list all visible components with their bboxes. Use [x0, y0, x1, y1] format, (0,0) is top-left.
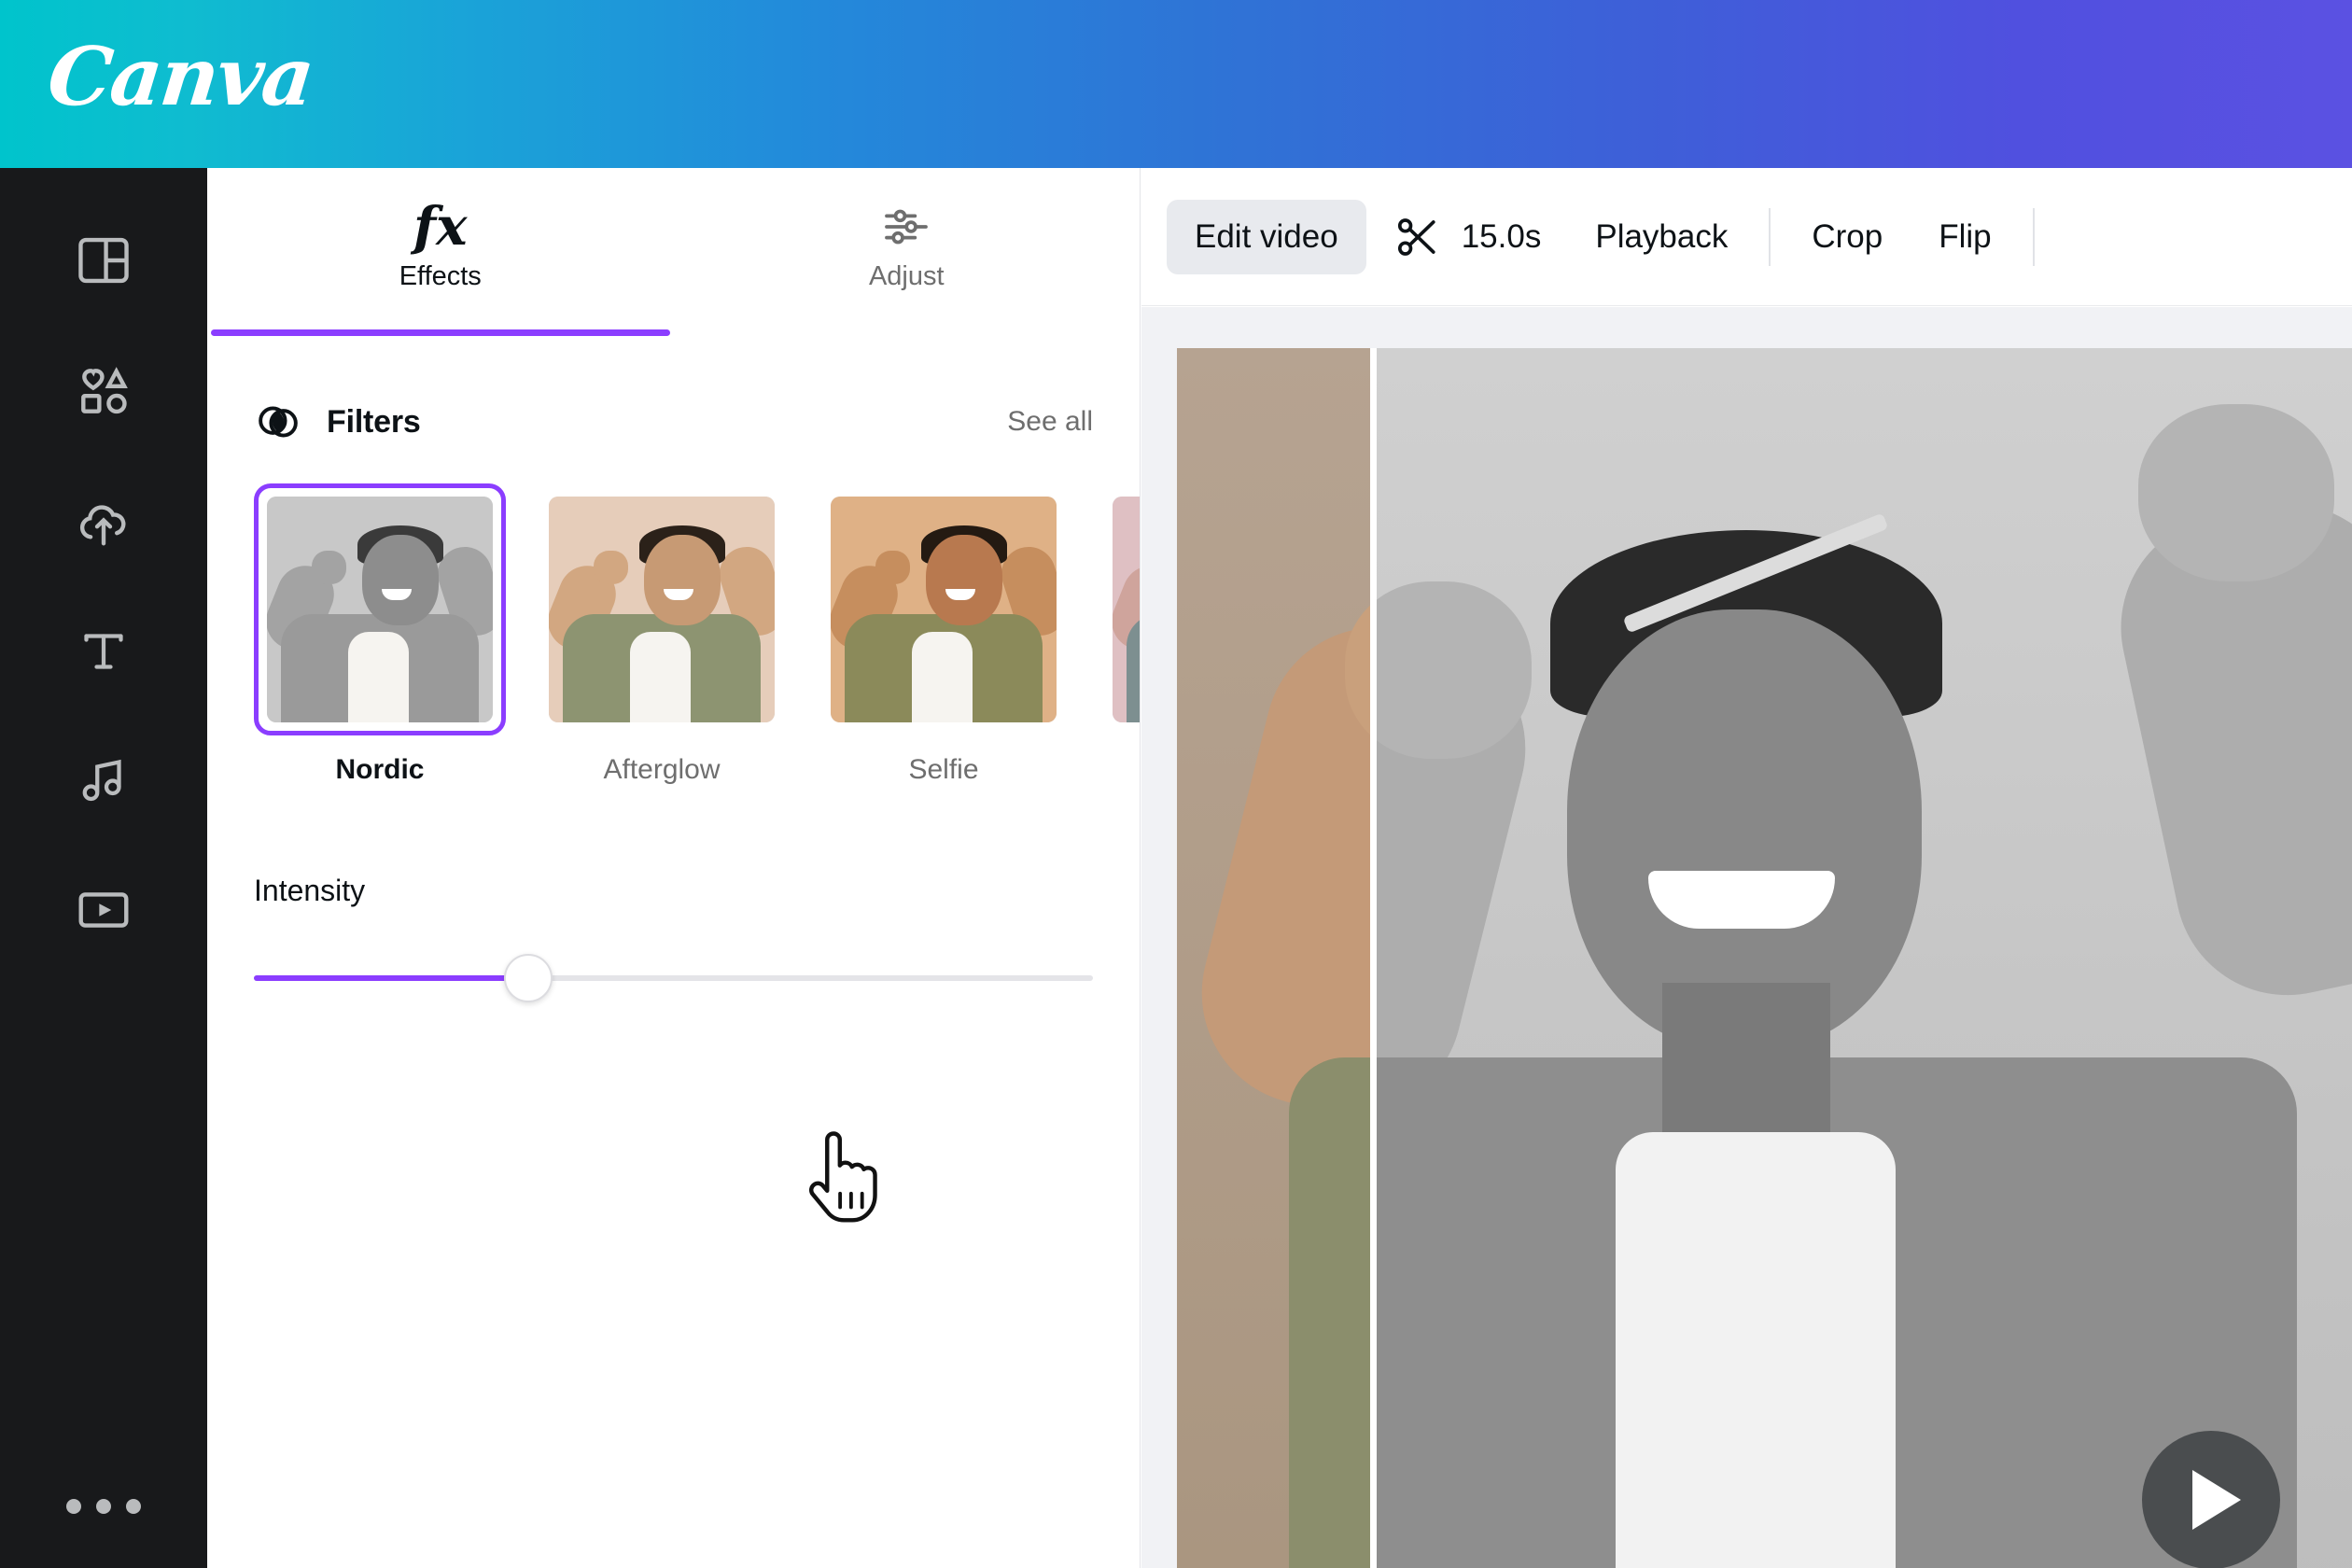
- trim-duration-control[interactable]: 15.0s: [1366, 213, 1568, 261]
- scissors-icon: [1397, 217, 1435, 256]
- video-duration: 15.0s: [1461, 217, 1542, 255]
- sidebar-item-videos[interactable]: [0, 881, 207, 939]
- toolbar-divider: [1769, 207, 1771, 266]
- intensity-slider[interactable]: [207, 953, 1140, 1009]
- filter-thumbnail: [1113, 497, 1140, 722]
- canva-editor: Canva fx Effects Adjust Filters See all …: [0, 0, 2352, 1568]
- filter-thumb-border: [818, 483, 1070, 735]
- portrait-art: [1113, 497, 1140, 722]
- filter-thumbnail-strip[interactable]: Nordic Afterglow Selfie: [207, 483, 1140, 786]
- pointing-hand-cursor: [808, 1131, 877, 1223]
- portrait-art: [267, 497, 493, 722]
- effects-panel: fx Effects Adjust Filters See all Nordic…: [207, 168, 1141, 1568]
- filter-split-divider: [1370, 348, 1377, 1568]
- play-button[interactable]: [2142, 1431, 2280, 1568]
- flip-button[interactable]: Flip: [1911, 200, 2019, 274]
- video-filtered-layer: [1373, 348, 2352, 1568]
- design-canvas[interactable]: [1141, 307, 2352, 1568]
- filters-title: Filters: [327, 403, 421, 440]
- intensity-label: Intensity: [254, 874, 366, 907]
- filter-thumb-border: [536, 483, 788, 735]
- filter-thumbnail: [549, 497, 775, 722]
- filter-card-rose[interactable]: Rose: [1099, 483, 1140, 786]
- playback-button[interactable]: Playback: [1567, 200, 1756, 274]
- filter-label: Rose: [1099, 754, 1140, 786]
- filter-thumbnail: [267, 497, 493, 722]
- filter-thumb-border: [254, 483, 506, 735]
- sidebar-item-more[interactable]: [66, 1499, 141, 1514]
- edit-video-button[interactable]: Edit video: [1167, 199, 1366, 274]
- portrait-art: [549, 497, 775, 722]
- sidebar-item-uploads[interactable]: [0, 493, 207, 551]
- music-note-icon: [82, 759, 121, 802]
- portrait-art: [831, 497, 1057, 722]
- filter-thumb-border: [1099, 483, 1140, 735]
- panel-tabs: fx Effects Adjust: [207, 168, 1140, 336]
- crop-button[interactable]: Crop: [1784, 200, 1911, 274]
- canva-logo[interactable]: Canva: [44, 30, 317, 124]
- filter-label: Afterglow: [603, 754, 721, 785]
- video-element[interactable]: [1177, 348, 2352, 1568]
- video-play-icon: [78, 892, 129, 928]
- text-t-icon: [84, 634, 123, 669]
- left-sidebar: [0, 168, 207, 1568]
- overlapping-circles-icon: [254, 398, 302, 446]
- cloud-upload-icon: [79, 505, 126, 546]
- play-icon: [2192, 1470, 2241, 1530]
- editor-stage: Edit video 15.0s Playback Crop Flip: [1141, 168, 2352, 1568]
- filter-label: Nordic: [335, 754, 425, 785]
- filter-thumbnail: [831, 497, 1057, 722]
- sidebar-item-templates[interactable]: [0, 231, 207, 289]
- tab-adjust-label: Adjust: [868, 261, 945, 291]
- more-dot: [66, 1499, 81, 1514]
- video-toolbar: Edit video 15.0s Playback Crop Flip: [1141, 168, 2352, 306]
- tab-effects-label: Effects: [399, 261, 482, 291]
- slider-thumb[interactable]: [504, 954, 553, 1002]
- tab-effects[interactable]: fx Effects: [207, 168, 674, 336]
- sliders-icon: [880, 198, 932, 256]
- filter-card-nordic[interactable]: Nordic: [254, 483, 506, 786]
- sidebar-item-text[interactable]: [0, 623, 207, 679]
- app-header: Canva: [0, 0, 2352, 168]
- see-all-link[interactable]: See all: [1007, 406, 1093, 438]
- fx-icon: fx: [413, 196, 468, 258]
- more-dot: [126, 1499, 141, 1514]
- sidebar-item-elements[interactable]: [0, 362, 207, 420]
- slider-fill: [254, 975, 525, 981]
- filter-card-afterglow[interactable]: Afterglow: [536, 483, 788, 786]
- tab-adjust[interactable]: Adjust: [674, 168, 1141, 336]
- shapes-icon: [81, 367, 128, 414]
- toolbar-divider: [2032, 207, 2035, 266]
- filters-header: Filters See all: [207, 394, 1140, 450]
- layout-grid-icon: [78, 237, 129, 284]
- filter-card-selfie[interactable]: Selfie: [818, 483, 1070, 786]
- more-dot: [96, 1499, 111, 1514]
- sidebar-item-audio[interactable]: [0, 752, 207, 808]
- filter-label: Selfie: [908, 754, 979, 785]
